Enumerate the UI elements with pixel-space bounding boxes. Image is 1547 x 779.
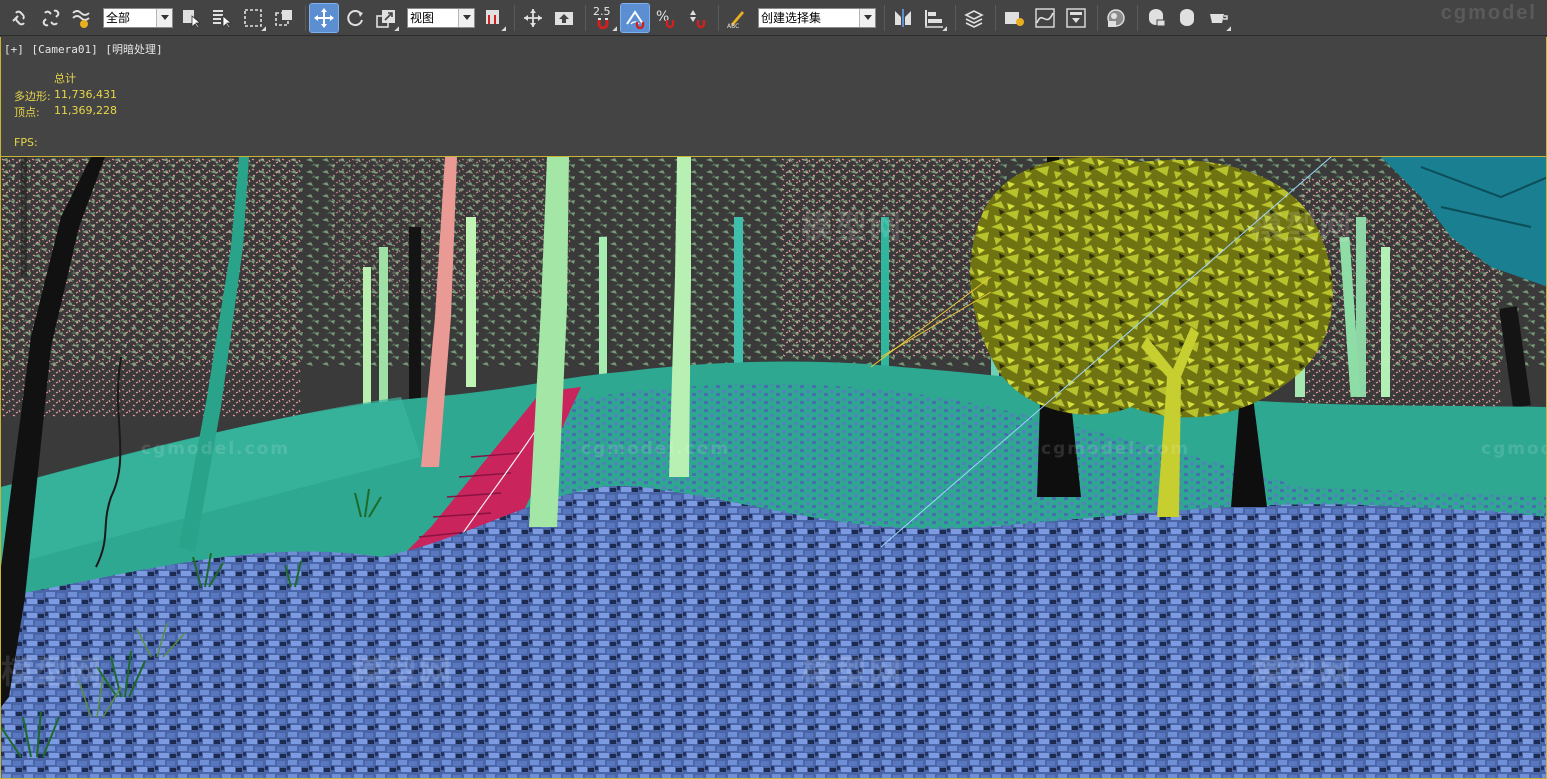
percent-snap-icon: % xyxy=(656,9,675,28)
rendered-frame-window-button[interactable] xyxy=(1173,4,1201,32)
chevron-down-icon xyxy=(859,8,875,27)
render-setup-button[interactable] xyxy=(1142,4,1170,32)
material-editor-icon xyxy=(1107,8,1125,27)
align-button[interactable] xyxy=(920,4,948,32)
stats-verts-value: 11,369,228 xyxy=(54,104,117,117)
selection-filter-value: 全部 xyxy=(106,11,131,25)
stats-verts-label: 顶点: xyxy=(14,106,40,119)
select-manipulate-button[interactable] xyxy=(519,4,547,32)
stats-polys-label: 多边形: xyxy=(14,90,51,103)
rectangle-selection-button[interactable] xyxy=(239,4,267,32)
rendered-frame-window-icon xyxy=(1180,8,1194,26)
bind-space-warp-icon xyxy=(72,9,90,28)
mirror-icon xyxy=(895,8,911,27)
mirror-button[interactable] xyxy=(889,4,917,32)
pivot-center-button[interactable] xyxy=(479,4,507,32)
select-by-name-icon xyxy=(213,9,233,29)
bind-space-warp-button[interactable] xyxy=(68,4,96,32)
select-move-icon xyxy=(314,7,334,28)
select-move-button[interactable] xyxy=(309,2,339,33)
viewport-label: [+] [Camera01] [明暗处理] xyxy=(4,41,164,57)
named-selection-dropdown[interactable]: 创建选择集 xyxy=(758,7,876,28)
layer-explorer-icon xyxy=(964,9,984,28)
window-crossing-icon xyxy=(275,9,292,26)
spinner-snap-icon xyxy=(690,9,706,28)
viewport-header: [+] [Camera01] [明暗处理] 总计 多边形: 11,736,431… xyxy=(0,37,1547,156)
align-icon xyxy=(925,9,943,28)
angle-snap-icon xyxy=(626,9,645,29)
select-rotate-button[interactable] xyxy=(341,4,369,32)
edit-named-selection-button[interactable]: ABC xyxy=(723,4,751,32)
stats-total-title: 总计 xyxy=(54,72,76,85)
schematic-view-icon xyxy=(1066,7,1086,28)
snap-toggle-button[interactable]: 2.5 xyxy=(590,4,618,32)
selection-filter-dropdown[interactable]: 全部 xyxy=(103,7,173,28)
curve-editor-icon xyxy=(1035,7,1055,28)
percent-snap-button[interactable]: % xyxy=(652,4,680,32)
spinner-snap-button[interactable] xyxy=(683,4,711,32)
chevron-down-icon xyxy=(156,8,172,27)
watermark-logo: cgmodel xyxy=(1440,2,1537,24)
render-production-icon xyxy=(1210,13,1228,23)
viewport-general-menu[interactable]: [+] xyxy=(4,43,24,56)
chevron-down-icon xyxy=(458,8,474,27)
schematic-view-button[interactable] xyxy=(1062,4,1090,32)
link-icon xyxy=(12,10,25,25)
select-rotate-icon xyxy=(347,9,363,26)
keyboard-shortcut-override-button[interactable] xyxy=(550,4,578,32)
angle-snap-button[interactable] xyxy=(620,2,650,33)
camera-viewport[interactable]: 模型网 模型网 模型网 模型网 模型网 模型网 cgmodel.com cgmo… xyxy=(0,156,1547,779)
select-manipulate-icon xyxy=(524,8,542,27)
toggle-scene-explorer-button[interactable] xyxy=(1000,4,1028,32)
viewport-point-of-view-menu[interactable]: [Camera01] xyxy=(32,43,98,56)
main-toolbar: 全部 视图 2.5 % ABC 创建选择集 cgmodel xyxy=(0,0,1547,36)
reference-coordinate-dropdown[interactable]: 视图 xyxy=(407,7,475,28)
material-editor-button[interactable] xyxy=(1102,4,1130,32)
forest-scene-render xyxy=(1,157,1546,778)
window-crossing-button[interactable] xyxy=(270,4,298,32)
link-button[interactable] xyxy=(6,4,34,32)
edit-named-selection-icon: ABC xyxy=(727,10,744,29)
curve-editor-button[interactable] xyxy=(1031,4,1059,32)
select-scale-button[interactable] xyxy=(372,4,400,32)
svg-text:ABC: ABC xyxy=(727,23,739,29)
stats-fps-label: FPS: xyxy=(14,136,38,149)
layer-explorer-button[interactable] xyxy=(960,4,988,32)
named-selection-value: 创建选择集 xyxy=(761,11,822,25)
select-scale-icon xyxy=(376,9,395,28)
toggle-scene-explorer-icon xyxy=(1005,11,1024,26)
select-by-name-button[interactable] xyxy=(208,4,236,32)
render-setup-icon xyxy=(1149,8,1166,26)
unlink-icon xyxy=(42,9,60,26)
stats-polys-value: 11,736,431 xyxy=(54,88,117,101)
reference-coordinate-value: 视图 xyxy=(410,11,435,25)
keyboard-shortcut-icon xyxy=(555,11,573,25)
unlink-button[interactable] xyxy=(37,4,65,32)
viewport-shading-menu[interactable]: [明暗处理] xyxy=(105,43,162,56)
rectangle-selection-icon xyxy=(244,8,262,27)
select-object-button[interactable] xyxy=(177,4,205,32)
select-object-icon xyxy=(183,9,202,29)
render-production-button[interactable] xyxy=(1204,4,1232,32)
snap-value-label: 2.5 xyxy=(593,4,611,18)
pivot-center-icon xyxy=(486,9,499,24)
